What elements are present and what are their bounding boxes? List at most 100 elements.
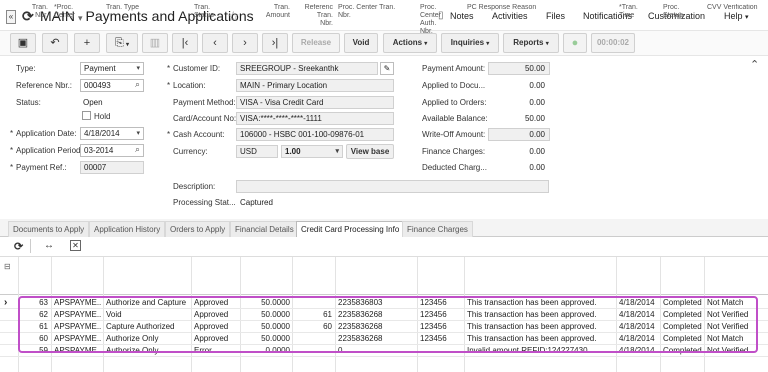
cell-pc-response-reason[interactable]: This transaction has been approved. — [467, 322, 615, 332]
cell-tran-amount[interactable]: 50.0000 — [244, 298, 290, 308]
cell-proc-center-tran-nbr[interactable]: 2235836268 — [338, 310, 416, 320]
cell-proc-center-tran-nbr[interactable]: 2235836803 — [338, 298, 416, 308]
hold-checkbox[interactable] — [82, 111, 91, 120]
first-record-button[interactable]: |‹ — [172, 33, 198, 53]
column-header-pc-response-reason[interactable]: PC Response Reason — [467, 4, 536, 12]
search-icon[interactable]: ⌕ — [135, 145, 140, 155]
cell-tran-status[interactable]: Approved — [194, 298, 239, 308]
column-header-proc-center[interactable]: *Proc. Center — [54, 4, 75, 20]
cell-tran-type[interactable]: Authorize Only — [106, 334, 190, 344]
row-selector-header-icon[interactable]: ⊟ — [4, 262, 11, 271]
column-header-reference-tran-nbr[interactable]: Referenc Tran. Nbr. — [302, 4, 333, 28]
collapse-form-icon[interactable]: ⌃ — [750, 58, 759, 71]
grid-refresh-icon[interactable]: ⟳ — [14, 240, 23, 253]
tab-financial-details[interactable]: Financial Details — [230, 221, 299, 237]
cell-reference-tran-nbr[interactable]: 61 — [296, 310, 332, 320]
copy-paste-button[interactable]: ⎘ ▾ — [106, 33, 138, 53]
tab-documents-to-apply[interactable]: Documents to Apply — [8, 221, 90, 237]
application-date-field[interactable]: 4/18/2014 ▾ — [80, 127, 144, 140]
cell-tran-nbr[interactable]: 60 — [22, 334, 48, 344]
cell-reference-tran-nbr[interactable]: 60 — [296, 322, 332, 332]
cell-tran-status[interactable]: Approved — [194, 334, 239, 344]
cell-cvv-verification[interactable]: Not Match — [707, 334, 767, 344]
cell-tran-time[interactable]: 4/18/2014 — [619, 322, 659, 332]
notes-link[interactable]: Notes — [450, 11, 474, 21]
export-excel-icon[interactable]: ✕ — [70, 240, 81, 251]
location-field[interactable]: MAIN - Primary Location — [236, 79, 394, 92]
collapse-sidebar-button[interactable]: « — [6, 10, 16, 24]
table-row[interactable]: › 63 APSPAYME... Authorize and Capture Appro… — [0, 297, 768, 309]
cell-proc-center[interactable]: APSPAYME... — [54, 310, 102, 320]
application-period-field[interactable]: 03-2014 ⌕ — [80, 144, 144, 157]
previous-record-button[interactable]: ‹ — [202, 33, 228, 53]
column-header-proc-center-tran-nbr[interactable]: Proc. Center Tran. Nbr. — [338, 4, 395, 20]
status-indicator-button[interactable]: ● — [563, 33, 587, 53]
undo-button[interactable]: ↶ — [42, 33, 68, 53]
cell-proc-status[interactable]: Completed — [663, 310, 703, 320]
cell-tran-type[interactable]: Authorize Only — [106, 346, 190, 356]
inquiries-menu-button[interactable]: Inquiries ▾ — [441, 33, 499, 53]
column-header-proc-status[interactable]: Proc. Status — [663, 4, 683, 20]
cash-account-field[interactable]: 106000 - HSBC 001-100-09876-01 — [236, 128, 394, 141]
payment-amount-field[interactable]: 50.00 — [488, 62, 550, 75]
actions-menu-button[interactable]: Actions ▾ — [383, 33, 437, 53]
cell-proc-center-tran-nbr[interactable]: 2235836268 — [338, 322, 416, 332]
cell-tran-type[interactable]: Capture Authorized — [106, 322, 190, 332]
cell-tran-time[interactable]: 4/18/2014 — [619, 310, 659, 320]
tab-application-history[interactable]: Application History — [89, 221, 166, 237]
cell-pc-response-reason[interactable]: Invalid amount REFID:124227430 — [467, 346, 615, 356]
cell-tran-amount[interactable]: 50.0000 — [244, 322, 290, 332]
cell-proc-center-auth-nbr[interactable]: 123456 — [420, 298, 464, 308]
cell-tran-time[interactable]: 4/18/2014 — [619, 346, 659, 356]
company-dropdown-icon[interactable]: ▾ — [78, 13, 83, 23]
cell-cvv-verification[interactable]: Not Verified — [707, 322, 767, 332]
cell-proc-center-tran-nbr[interactable]: 0 — [338, 346, 416, 356]
payment-ref-field[interactable]: 00007 — [80, 161, 144, 174]
cell-tran-status[interactable]: Error — [194, 346, 239, 356]
save-button[interactable]: ▣ — [10, 33, 36, 53]
tab-finance-charges[interactable]: Finance Charges — [402, 221, 473, 237]
table-row[interactable]: 61 APSPAYME... Capture Authorized Approved 5… — [0, 321, 768, 333]
cell-tran-time[interactable]: 4/18/2014 — [619, 334, 659, 344]
cell-tran-nbr[interactable]: 61 — [22, 322, 48, 332]
cell-tran-time[interactable]: 4/18/2014 — [619, 298, 659, 308]
cell-proc-center[interactable]: APSPAYME... — [54, 346, 102, 356]
cell-cvv-verification[interactable]: Not Verified — [707, 346, 767, 356]
add-button[interactable]: + — [74, 33, 100, 53]
customer-id-field[interactable]: SREEGROUP - Sreekanthk — [236, 62, 378, 75]
cell-proc-center-tran-nbr[interactable]: 2235836268 — [338, 334, 416, 344]
card-account-field[interactable]: VISA:****-****-****-1111 — [236, 112, 394, 125]
cell-cvv-verification[interactable]: Not Verified — [707, 310, 767, 320]
next-record-button[interactable]: › — [232, 33, 258, 53]
column-header-tran-nbr[interactable]: Tran. Nbr. — [28, 4, 48, 20]
description-field[interactable] — [236, 180, 549, 193]
cell-pc-response-reason[interactable]: This transaction has been approved. — [467, 298, 615, 308]
cell-tran-nbr[interactable]: 59 — [22, 346, 48, 356]
column-header-tran-type[interactable]: Tran. Type — [106, 4, 139, 12]
activities-link[interactable]: Activities — [492, 11, 528, 21]
table-row[interactable]: 62 APSPAYME... Void Approved 50.0000 61 223583… — [0, 309, 768, 321]
cell-tran-status[interactable]: Approved — [194, 310, 239, 320]
cell-tran-nbr[interactable]: 62 — [22, 310, 48, 320]
files-link[interactable]: Files — [546, 11, 565, 21]
cell-proc-center-auth-nbr[interactable]: 123456 — [420, 322, 464, 332]
cell-proc-center[interactable]: APSPAYME... — [54, 298, 102, 308]
cell-tran-status[interactable]: Approved — [194, 322, 239, 332]
currency-rate-field[interactable]: 1.00 ▾ — [281, 145, 343, 158]
cell-tran-type[interactable]: Authorize and Capture — [106, 298, 190, 308]
payment-method-field[interactable]: VISA - Visa Credit Card — [236, 96, 394, 109]
help-link[interactable]: Help ▾ — [724, 11, 749, 21]
cell-tran-type[interactable]: Void — [106, 310, 190, 320]
cell-proc-status[interactable]: Completed — [663, 334, 703, 344]
reference-nbr-field[interactable]: 000493 ⌕ — [80, 79, 144, 92]
write-off-amount-field[interactable]: 0.00 — [488, 128, 550, 141]
cell-pc-response-reason[interactable]: This transaction has been approved. — [467, 334, 615, 344]
cell-pc-response-reason[interactable]: This transaction has been approved. — [467, 310, 615, 320]
cell-tran-amount[interactable]: 50.0000 — [244, 310, 290, 320]
cell-proc-center[interactable]: APSPAYME... — [54, 334, 102, 344]
cell-proc-center-auth-nbr[interactable]: 123456 — [420, 310, 464, 320]
reports-menu-button[interactable]: Reports ▾ — [503, 33, 559, 53]
cell-tran-amount[interactable]: 0.0000 — [244, 346, 290, 356]
cell-proc-status[interactable]: Completed — [663, 346, 703, 356]
tab-credit-card-processing-info[interactable]: Credit Card Processing Info — [296, 221, 405, 237]
